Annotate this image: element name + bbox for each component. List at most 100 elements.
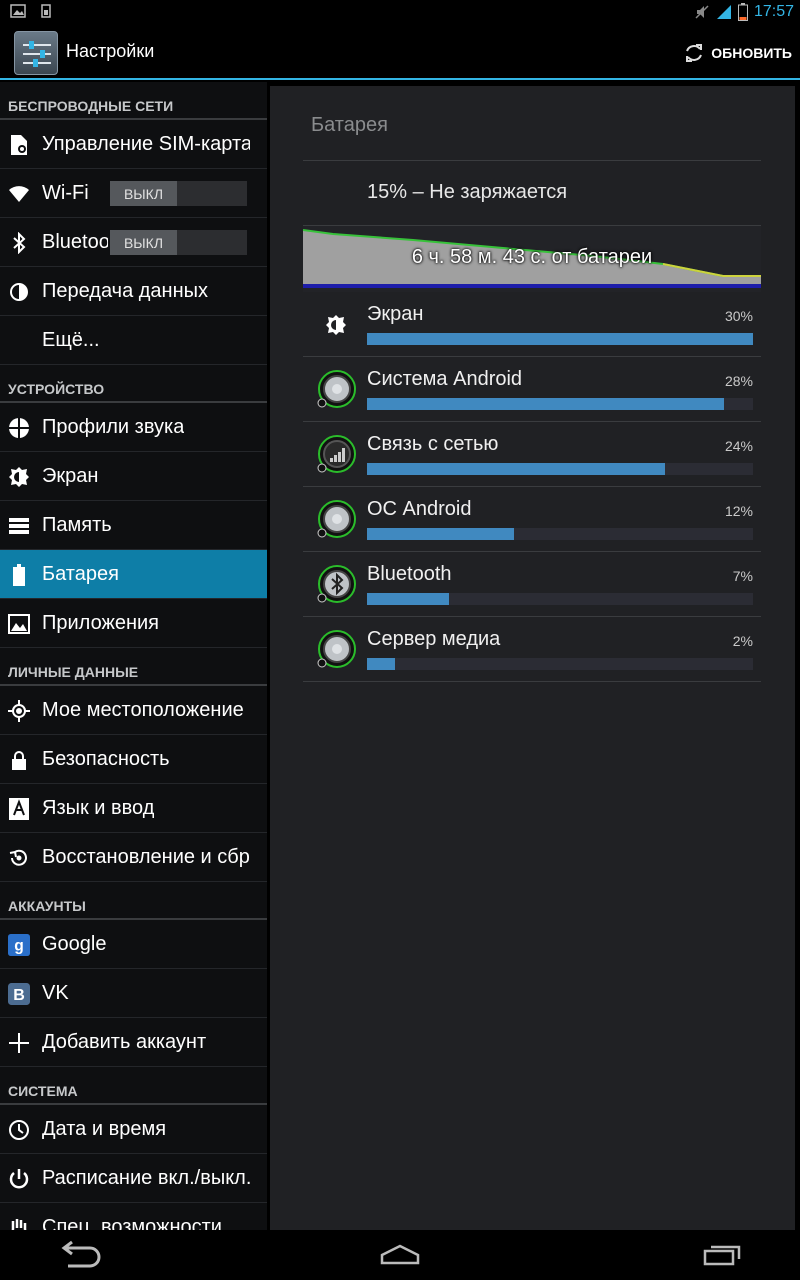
sidebar-item-label: Управление SIM-картами	[42, 133, 250, 155]
sidebar-item-wifi[interactable]: Wi-Fi ВЫКЛ	[0, 169, 267, 218]
graph-label: 6 ч. 58 м. 43 с. от батареи	[411, 246, 653, 268]
sound-profiles-icon	[8, 417, 30, 439]
action-bar: Настройки ОБНОВИТЬ	[0, 26, 800, 80]
data-usage-icon	[8, 281, 30, 303]
sidebar-item-location[interactable]: Мое местоположение	[0, 686, 267, 735]
storage-icon	[8, 515, 30, 537]
sidebar-item-datetime[interactable]: Дата и время	[0, 1105, 267, 1154]
recent-apps-button[interactable]	[698, 1238, 746, 1270]
bluetooth-toggle[interactable]: ВЫКЛ	[110, 230, 247, 255]
hand-icon	[8, 1217, 30, 1230]
sidebar-item-language[interactable]: Язык и ввод	[0, 784, 267, 833]
apps-icon	[8, 613, 30, 635]
signal-icon	[317, 435, 356, 473]
sidebar-item-label: Добавить аккаунт	[42, 1031, 207, 1053]
battery-icon	[737, 3, 748, 21]
sidebar-item-data-usage[interactable]: Передача данных	[0, 267, 267, 316]
sidebar-item-schedule[interactable]: Расписание вкл./выкл. питания	[0, 1154, 267, 1203]
sidebar-item-vk[interactable]: B VK	[0, 969, 267, 1018]
battery-icon	[8, 564, 30, 586]
sidebar-item-battery[interactable]: Батарея	[0, 550, 267, 599]
usage-row-android-os[interactable]: ОС Android 12%	[303, 487, 761, 552]
back-icon	[61, 1240, 101, 1268]
bluetooth-icon	[317, 565, 356, 603]
wifi-toggle-state: ВЫКЛ	[110, 181, 177, 206]
category-accounts: АККАУНТЫ	[0, 882, 267, 920]
android-os-icon	[317, 500, 356, 538]
sidebar-item-label: Расписание вкл./выкл. питания	[42, 1167, 250, 1189]
panel-title: Батарея	[311, 114, 388, 136]
battery-panel: Батарея 15% – Не заряжается 6 ч. 58 м. 4…	[270, 86, 795, 1230]
signal-icon	[716, 5, 731, 19]
sidebar-item-label: Дата и время	[42, 1118, 167, 1140]
usage-bar	[367, 528, 753, 540]
sidebar-item-add-account[interactable]: Добавить аккаунт	[0, 1018, 267, 1067]
usage-name: Связь с сетью	[367, 433, 499, 455]
sidebar-item-security[interactable]: Безопасность	[0, 735, 267, 784]
battery-status: 15% – Не заряжается	[367, 181, 568, 203]
usage-name: Bluetooth	[367, 563, 452, 585]
android-system-icon	[317, 370, 356, 408]
usage-row-android-system[interactable]: Система Android 28%	[303, 357, 761, 422]
sidebar-item-label: Передача данных	[42, 280, 209, 302]
sim-icon	[8, 134, 30, 156]
usage-bar-fill	[367, 463, 665, 475]
usage-row-bluetooth[interactable]: Bluetooth 7%	[303, 552, 761, 617]
sidebar-item-label: VK	[42, 982, 69, 1004]
usage-percent: 28%	[724, 373, 753, 389]
usage-bar	[367, 463, 753, 475]
usage-row-screen[interactable]: Экран 30%	[303, 292, 761, 357]
sidebar-item-sound[interactable]: Профили звука	[0, 403, 267, 452]
usage-bar-fill	[367, 398, 724, 410]
sidebar-item-label: Язык и ввод	[42, 797, 155, 819]
usage-name: Экран	[367, 303, 424, 325]
sidebar-item-screen[interactable]: Экран	[0, 452, 267, 501]
clock-icon	[8, 1119, 30, 1141]
refresh-button[interactable]: ОБНОВИТЬ	[683, 38, 792, 68]
svg-text:g: g	[14, 938, 24, 955]
sidebar-item-label: Wi-Fi	[42, 182, 89, 204]
media-server-icon	[317, 630, 356, 668]
navigation-bar	[0, 1230, 800, 1280]
back-button[interactable]	[56, 1238, 104, 1270]
sidebar-item-google[interactable]: g Google	[0, 920, 267, 969]
vk-icon: B	[8, 983, 30, 1005]
sidebar-item-label: Экран	[42, 465, 99, 487]
brightness-icon	[326, 315, 346, 335]
google-icon: g	[8, 934, 30, 956]
usage-name: ОС Android	[367, 498, 472, 520]
usage-row-cell-standby[interactable]: Связь с сетью 24%	[303, 422, 761, 487]
sidebar-item-label: Память	[42, 514, 112, 536]
plus-icon	[8, 1032, 30, 1054]
usage-bar-fill	[367, 658, 396, 670]
sidebar-item-label: Мое местоположение	[42, 699, 244, 721]
sidebar-item-label: Батарея	[42, 563, 119, 585]
sidebar-item-sim[interactable]: Управление SIM-картами	[0, 120, 267, 169]
wifi-toggle[interactable]: ВЫКЛ	[110, 181, 247, 206]
settings-app-icon[interactable]	[14, 31, 58, 75]
usage-percent: 7%	[732, 568, 753, 584]
usage-row-media-server[interactable]: Сервер медиа 2%	[303, 617, 761, 682]
sidebar-item-label: Спец. возможности	[42, 1216, 222, 1230]
bluetooth-icon	[8, 232, 30, 254]
category-device: УСТРОЙСТВО	[0, 365, 267, 403]
mute-icon	[695, 5, 709, 19]
sidebar-item-backup[interactable]: Восстановление и сброс	[0, 833, 267, 882]
sidebar-item-accessibility[interactable]: Спец. возможности	[0, 1203, 267, 1230]
app-title: Настройки	[66, 41, 155, 61]
clock: 17:57	[753, 3, 794, 20]
location-icon	[8, 700, 30, 722]
home-button[interactable]	[376, 1238, 424, 1270]
refresh-icon	[686, 44, 703, 62]
brightness-icon	[8, 466, 30, 488]
sidebar-item-apps[interactable]: Приложения	[0, 599, 267, 648]
category-wireless: БЕСПРОВОДНЫЕ СЕТИ	[0, 82, 267, 120]
sidebar-item-label: Ещё...	[42, 329, 100, 351]
usage-name: Система Android	[367, 368, 523, 390]
svg-text:B: B	[13, 986, 25, 1004]
sidebar-item-label: Безопасность	[42, 748, 170, 770]
sidebar-item-more[interactable]: Ещё...	[0, 316, 267, 365]
sidebar-item-bluetooth[interactable]: Bluetooth ВЫКЛ	[0, 218, 267, 267]
sidebar-item-memory[interactable]: Память	[0, 501, 267, 550]
wifi-icon	[8, 183, 30, 205]
